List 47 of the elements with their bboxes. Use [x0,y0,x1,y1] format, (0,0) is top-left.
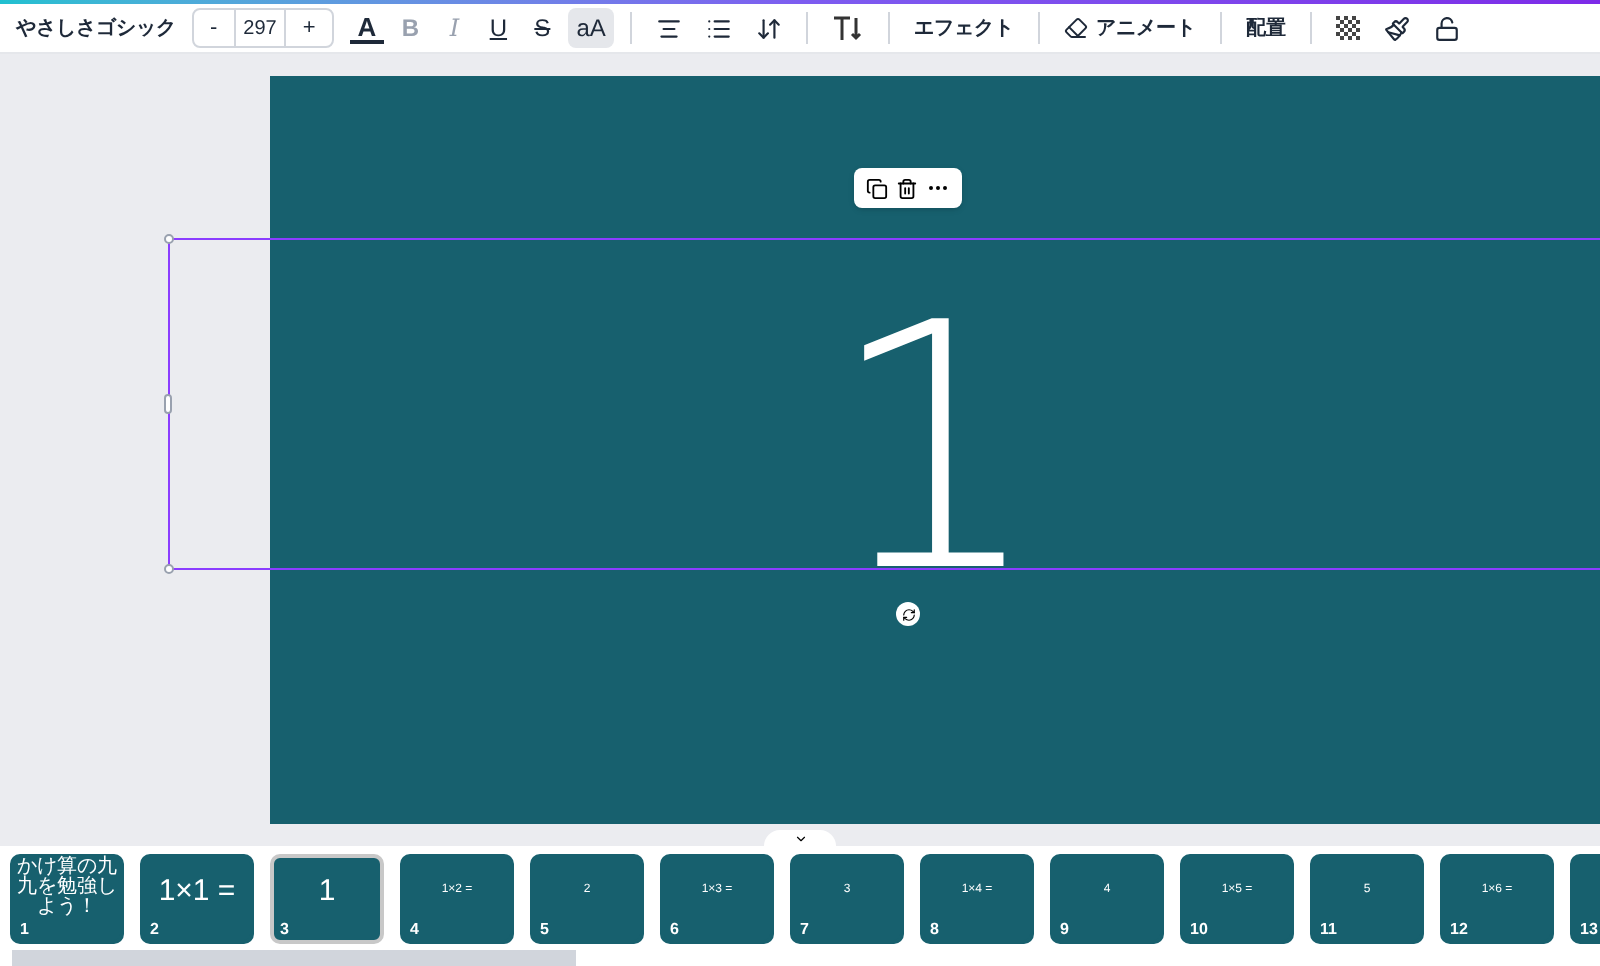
page-number: 2 [150,921,159,937]
trash-icon[interactable] [896,177,918,199]
text-direction-icon[interactable] [831,14,864,42]
page-number: 10 [1190,921,1208,937]
page-number: 9 [1060,921,1069,937]
resize-handle[interactable] [164,394,172,414]
page-number: 11 [1320,921,1337,937]
font-dropdown[interactable]: やさしさゴシック [8,8,176,48]
page-thumbnail[interactable]: 1 3 [270,853,384,943]
format-button[interactable]: S [524,8,561,48]
page-number: 3 [280,921,289,937]
thumbnail-text: かけ算の九九を勉強しよう！ [15,857,119,917]
page-number: 13 [1580,921,1598,937]
font-size-field[interactable]: 297 [233,10,287,46]
effects-button[interactable]: エフェクト [905,13,1022,43]
align-icon[interactable] [655,15,682,41]
text-color-button[interactable]: A [349,13,385,43]
page-thumbnail[interactable]: かけ算の九九を勉強しよう！ 1 [10,853,124,943]
list-icon[interactable] [705,15,732,41]
resize-handle[interactable] [164,234,174,244]
increase-button[interactable]: + [286,10,332,46]
copy-icon[interactable] [866,177,888,199]
page-thumbnail[interactable]: 13 [1570,853,1600,943]
chevron-icon[interactable] [793,831,807,845]
format-button[interactable]: aA [568,8,614,48]
thumbnail-text: 1 [318,875,336,905]
selection-frame[interactable] [168,238,1600,570]
position-button[interactable]: 配置 [1237,13,1294,43]
page-number: 12 [1450,921,1468,937]
page-thumbnail[interactable]: 1×1 = 2 [140,853,254,943]
scrollbar[interactable] [12,950,576,966]
spacing-icon[interactable] [755,15,782,41]
page-number: 4 [410,921,419,937]
format-button[interactable]: U [480,8,517,48]
eraser-icon [1063,16,1088,40]
page-number: 8 [930,921,939,937]
thumbnail-text: 1×1 = [158,875,236,905]
page-number: 1 [20,921,29,937]
page-number: 6 [670,921,679,937]
transparency-icon[interactable] [1335,16,1360,40]
decrease-button[interactable]: - [194,10,234,46]
lock-icon[interactable] [1433,15,1460,41]
resize-handle[interactable] [164,564,174,574]
page-number: 5 [540,921,549,937]
animate-button[interactable]: アニメート [1055,13,1204,43]
slide-number-text[interactable]: 1 [826,280,1044,620]
page-number: 7 [800,921,809,937]
